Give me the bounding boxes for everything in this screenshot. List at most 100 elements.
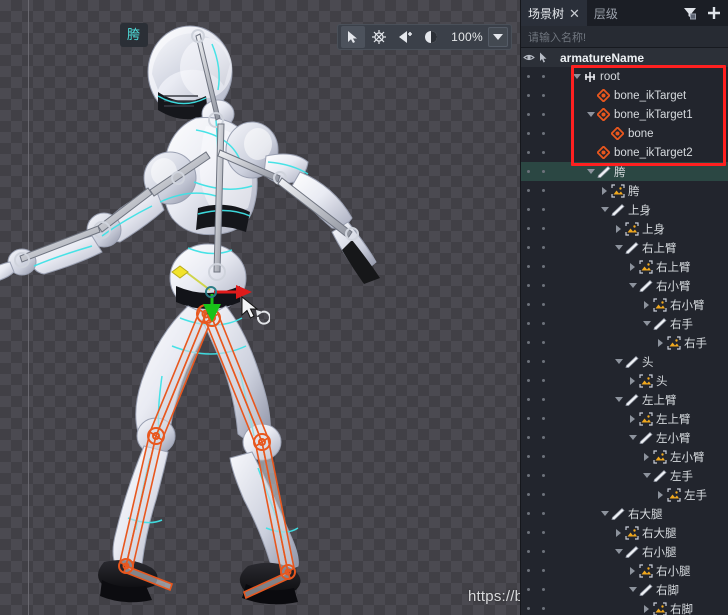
tab-hierarchy[interactable]: 层级 bbox=[587, 0, 625, 26]
lock-toggle[interactable] bbox=[536, 151, 551, 154]
chevron-right-icon[interactable] bbox=[613, 528, 624, 537]
chevron-down-icon[interactable] bbox=[613, 548, 624, 555]
weight-paint-icon[interactable] bbox=[419, 26, 443, 48]
tree-row[interactable]: 头 bbox=[521, 352, 728, 371]
chevron-right-icon[interactable] bbox=[627, 414, 638, 423]
chevron-down-icon[interactable] bbox=[585, 168, 596, 175]
chevron-right-icon[interactable] bbox=[599, 186, 610, 195]
tree-row[interactable]: 左手 bbox=[521, 485, 728, 504]
chevron-down-icon[interactable] bbox=[599, 510, 610, 517]
visibility-toggle[interactable] bbox=[521, 417, 536, 420]
lock-toggle[interactable] bbox=[536, 569, 551, 572]
chevron-down-icon[interactable] bbox=[627, 282, 638, 289]
chevron-right-icon[interactable] bbox=[627, 262, 638, 271]
lock-toggle[interactable] bbox=[536, 94, 551, 97]
chevron-down-icon[interactable] bbox=[571, 73, 582, 80]
lock-toggle[interactable] bbox=[536, 531, 551, 534]
visibility-toggle[interactable] bbox=[521, 436, 536, 439]
eye-icon[interactable] bbox=[521, 53, 536, 62]
tree-row[interactable]: 右脚 bbox=[521, 599, 728, 615]
tree-row[interactable]: 右上臂 bbox=[521, 238, 728, 257]
visibility-toggle[interactable] bbox=[521, 360, 536, 363]
filter-icon[interactable] bbox=[680, 3, 700, 23]
tree-row[interactable]: 左小臂 bbox=[521, 447, 728, 466]
lock-toggle[interactable] bbox=[536, 265, 551, 268]
tree-row[interactable]: 左手 bbox=[521, 466, 728, 485]
tree-row[interactable]: 右小臂 bbox=[521, 295, 728, 314]
tree-row[interactable]: 左小臂 bbox=[521, 428, 728, 447]
tree-root-header[interactable]: armatureName bbox=[521, 48, 728, 67]
chevron-down-icon[interactable] bbox=[599, 206, 610, 213]
tree-row[interactable]: bone_ikTarget2 bbox=[521, 143, 728, 162]
visibility-toggle[interactable] bbox=[521, 588, 536, 591]
lock-toggle[interactable] bbox=[536, 284, 551, 287]
visibility-toggle[interactable] bbox=[521, 379, 536, 382]
lock-toggle[interactable] bbox=[536, 398, 551, 401]
visibility-toggle[interactable] bbox=[521, 455, 536, 458]
tree-row[interactable]: 右上臂 bbox=[521, 257, 728, 276]
lock-toggle[interactable] bbox=[536, 170, 551, 173]
lock-toggle[interactable] bbox=[536, 322, 551, 325]
lock-toggle[interactable] bbox=[536, 75, 551, 78]
select-lock-icon[interactable] bbox=[536, 52, 551, 63]
tree-row[interactable]: 上身 bbox=[521, 200, 728, 219]
visibility-toggle[interactable] bbox=[521, 265, 536, 268]
tree-row[interactable]: 胯 bbox=[521, 181, 728, 200]
tree-row[interactable]: 右大腿 bbox=[521, 504, 728, 523]
chevron-right-icon[interactable] bbox=[627, 376, 638, 385]
lock-toggle[interactable] bbox=[536, 588, 551, 591]
chevron-right-icon[interactable] bbox=[641, 300, 652, 309]
visibility-toggle[interactable] bbox=[521, 170, 536, 173]
lock-toggle[interactable] bbox=[536, 493, 551, 496]
visibility-toggle[interactable] bbox=[521, 531, 536, 534]
visibility-toggle[interactable] bbox=[521, 512, 536, 515]
tree-row[interactable]: 胯 bbox=[521, 162, 728, 181]
tree-row[interactable]: 头 bbox=[521, 371, 728, 390]
chevron-down-icon[interactable] bbox=[627, 434, 638, 441]
lock-toggle[interactable] bbox=[536, 455, 551, 458]
visibility-toggle[interactable] bbox=[521, 607, 536, 610]
tree-row[interactable]: 上身 bbox=[521, 219, 728, 238]
lock-toggle[interactable] bbox=[536, 341, 551, 344]
visibility-toggle[interactable] bbox=[521, 284, 536, 287]
chevron-down-icon[interactable] bbox=[585, 111, 596, 118]
chevron-right-icon[interactable] bbox=[641, 604, 652, 613]
chevron-down-icon[interactable] bbox=[627, 586, 638, 593]
pointer-icon[interactable] bbox=[341, 26, 366, 48]
viewport-toolbar[interactable]: 100% bbox=[337, 24, 512, 50]
visibility-toggle[interactable] bbox=[521, 569, 536, 572]
search-input[interactable]: 请输入名称! bbox=[521, 26, 728, 48]
visibility-toggle[interactable] bbox=[521, 341, 536, 344]
visibility-toggle[interactable] bbox=[521, 550, 536, 553]
close-icon[interactable]: ✕ bbox=[569, 7, 580, 20]
visibility-toggle[interactable] bbox=[521, 208, 536, 211]
canvas-viewport[interactable]: 胯 100% https://b bbox=[0, 0, 520, 615]
visibility-toggle[interactable] bbox=[521, 75, 536, 78]
tree-row[interactable]: bone_ikTarget bbox=[521, 86, 728, 105]
lock-toggle[interactable] bbox=[536, 512, 551, 515]
lock-toggle[interactable] bbox=[536, 360, 551, 363]
chevron-right-icon[interactable] bbox=[655, 490, 666, 499]
visibility-toggle[interactable] bbox=[521, 474, 536, 477]
visibility-toggle[interactable] bbox=[521, 493, 536, 496]
lock-toggle[interactable] bbox=[536, 208, 551, 211]
visibility-toggle[interactable] bbox=[521, 398, 536, 401]
visibility-toggle[interactable] bbox=[521, 151, 536, 154]
scene-tree-list[interactable]: armatureName root bone_ikTarget bone_ikTarg… bbox=[521, 48, 728, 615]
tab-scene-tree[interactable]: 场景树 ✕ bbox=[521, 0, 587, 26]
mesh-deform-icon[interactable] bbox=[393, 26, 417, 48]
tree-row[interactable]: 右脚 bbox=[521, 580, 728, 599]
visibility-toggle[interactable] bbox=[521, 132, 536, 135]
chevron-down-icon[interactable] bbox=[613, 244, 624, 251]
lock-toggle[interactable] bbox=[536, 189, 551, 192]
visibility-toggle[interactable] bbox=[521, 113, 536, 116]
visibility-toggle[interactable] bbox=[521, 94, 536, 97]
tree-row[interactable]: 右手 bbox=[521, 314, 728, 333]
chevron-down-icon[interactable] bbox=[613, 358, 624, 365]
tree-row[interactable]: 右手 bbox=[521, 333, 728, 352]
tree-row[interactable]: 右小腿 bbox=[521, 542, 728, 561]
add-icon[interactable] bbox=[704, 3, 724, 23]
lock-toggle[interactable] bbox=[536, 303, 551, 306]
tree-row[interactable]: bone_ikTarget1 bbox=[521, 105, 728, 124]
lock-toggle[interactable] bbox=[536, 246, 551, 249]
